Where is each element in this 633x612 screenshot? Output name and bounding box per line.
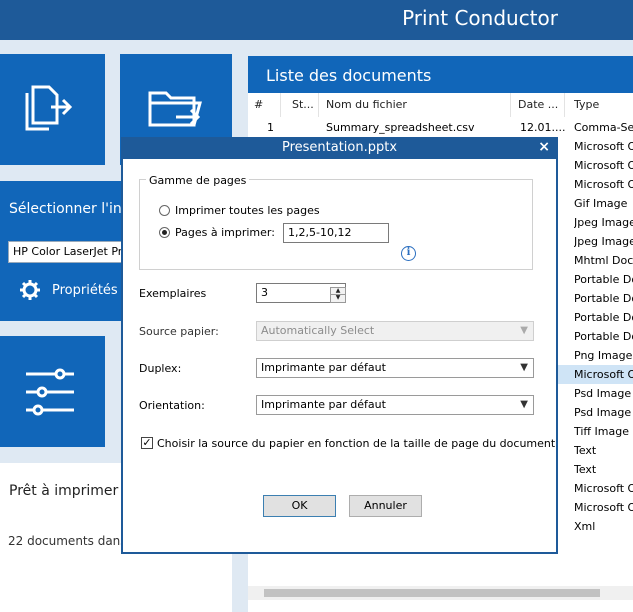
chevron-down-icon: ▼ bbox=[520, 325, 528, 336]
printer-select[interactable]: HP Color LaserJet Pr bbox=[8, 241, 122, 263]
print-all-radio[interactable] bbox=[159, 205, 170, 216]
select-printer-label: Sélectionner l'in bbox=[9, 201, 122, 217]
row-type: Microsoft O bbox=[574, 368, 633, 381]
paper-source-value: Automatically Select bbox=[261, 324, 375, 337]
ok-button[interactable]: OK bbox=[263, 495, 336, 517]
auto-source-checkbox[interactable]: ✓ bbox=[141, 437, 153, 449]
page-range-legend: Gamme de pages bbox=[146, 174, 250, 187]
row-type: Portable Do bbox=[574, 273, 633, 286]
pages-to-print-label[interactable]: Pages à imprimer: bbox=[175, 226, 275, 239]
row-type: Xml bbox=[574, 520, 596, 533]
chevron-down-icon: ▼ bbox=[520, 362, 528, 373]
column-filename[interactable]: Nom du fichier bbox=[326, 93, 511, 117]
pages-input[interactable]: 1,2,5-10,12 bbox=[283, 223, 389, 243]
dialog-body: Gamme de pages Imprimer toutes les pages… bbox=[123, 159, 556, 552]
orientation-select[interactable]: Imprimante par défaut ▼ bbox=[256, 395, 534, 415]
table-row[interactable]: 1 Summary_spreadsheet.csv 12.01.... Comm… bbox=[248, 118, 633, 137]
row-type: Psd Image bbox=[574, 406, 632, 419]
row-date: 12.01.... bbox=[520, 121, 566, 134]
folder-arrow-icon bbox=[148, 91, 202, 127]
pages-to-print-radio[interactable] bbox=[159, 227, 170, 238]
printer-properties-link[interactable]: Propriétés d bbox=[52, 283, 130, 298]
add-documents-tile[interactable] bbox=[0, 54, 105, 165]
duplex-value: Imprimante par défaut bbox=[261, 361, 386, 374]
copies-label: Exemplaires bbox=[139, 287, 207, 300]
row-type: Microsoft O bbox=[574, 140, 633, 153]
document-list-title: Liste des documents bbox=[266, 66, 432, 85]
row-type: Microsoft O bbox=[574, 178, 633, 191]
paper-source-label: Source papier: bbox=[139, 325, 219, 338]
info-icon[interactable]: i bbox=[401, 246, 416, 261]
orientation-label: Orientation: bbox=[139, 399, 205, 412]
stepper-down[interactable]: ▼ bbox=[330, 294, 346, 303]
paper-source-select: Automatically Select ▼ bbox=[256, 321, 534, 341]
row-type: Microsoft O bbox=[574, 482, 633, 495]
orientation-value: Imprimante par défaut bbox=[261, 398, 386, 411]
app-title: Print Conductor bbox=[402, 6, 558, 30]
scroll-thumb[interactable] bbox=[264, 589, 600, 597]
row-type: Psd Image bbox=[574, 387, 632, 400]
row-type: Microsoft O bbox=[574, 501, 633, 514]
close-icon[interactable]: × bbox=[538, 139, 550, 155]
row-type: Text bbox=[574, 463, 597, 476]
cancel-button[interactable]: Annuler bbox=[349, 495, 422, 517]
gear-icon[interactable] bbox=[19, 279, 41, 301]
print-all-label[interactable]: Imprimer toutes les pages bbox=[175, 204, 320, 217]
auto-source-label[interactable]: Choisir la source du papier en fonction … bbox=[157, 437, 555, 450]
row-type: Mhtml Doc bbox=[574, 254, 633, 267]
column-type[interactable]: Type bbox=[574, 93, 633, 117]
row-number: 1 bbox=[267, 121, 274, 134]
row-type: Portable Do bbox=[574, 330, 633, 343]
row-type: Tiff Image bbox=[574, 425, 629, 438]
print-settings-dialog: Presentation.pptx × Gamme de pages Impri… bbox=[121, 137, 558, 554]
copies-stepper[interactable]: ▲ ▼ bbox=[330, 286, 346, 303]
dialog-title: Presentation.pptx bbox=[281, 140, 398, 155]
column-number[interactable]: # bbox=[254, 93, 281, 117]
row-type: Jpeg Image bbox=[574, 216, 633, 229]
column-date[interactable]: Date ... bbox=[518, 93, 565, 117]
chevron-down-icon: ▼ bbox=[520, 399, 528, 410]
row-type: Png Image bbox=[574, 349, 633, 362]
status-text: Prêt à imprimer bbox=[9, 483, 119, 499]
row-type: Portable Do bbox=[574, 292, 633, 305]
row-type: Microsoft O bbox=[574, 159, 633, 172]
duplex-select[interactable]: Imprimante par défaut ▼ bbox=[256, 358, 534, 378]
add-files-icon bbox=[25, 85, 73, 131]
row-type: Gif Image bbox=[574, 197, 628, 210]
duplex-label: Duplex: bbox=[139, 362, 182, 375]
documents-count: 22 documents dans bbox=[8, 534, 127, 548]
horizontal-scrollbar[interactable] bbox=[248, 586, 633, 600]
row-type: Comma-Se bbox=[574, 121, 633, 134]
title-bar: Print Conductor bbox=[0, 0, 633, 40]
sliders-icon bbox=[26, 368, 74, 416]
row-filename: Summary_spreadsheet.csv bbox=[326, 121, 475, 134]
column-status[interactable]: St... bbox=[292, 93, 319, 117]
row-type: Portable Do bbox=[574, 311, 633, 324]
row-type: Jpeg Image bbox=[574, 235, 633, 248]
settings-tile[interactable] bbox=[0, 336, 105, 447]
row-type: Text bbox=[574, 444, 597, 457]
